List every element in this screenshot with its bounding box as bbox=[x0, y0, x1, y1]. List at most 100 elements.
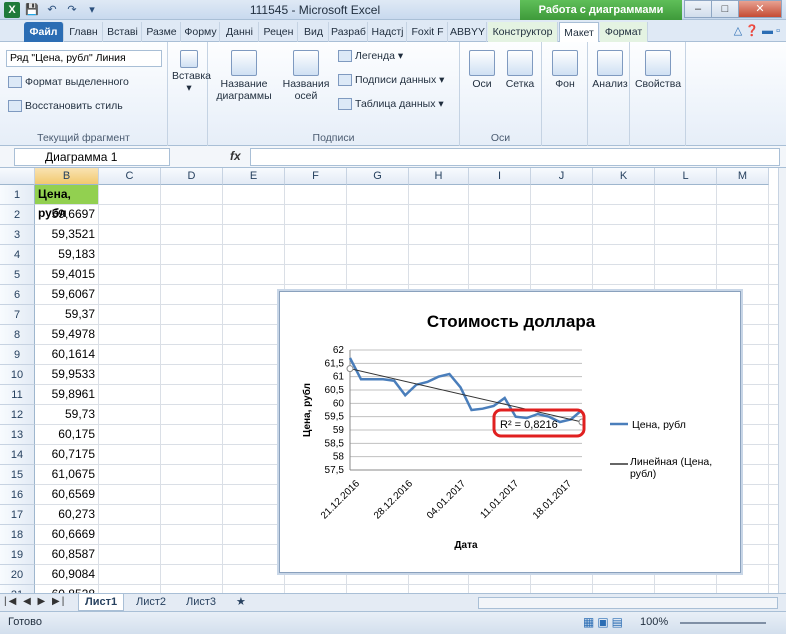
row-header[interactable]: 7 bbox=[0, 305, 35, 325]
column-header[interactable]: L bbox=[655, 168, 717, 185]
chart-elements-dropdown[interactable]: Ряд "Цена, рубл" Линия bbox=[6, 50, 162, 67]
row-header[interactable]: 8 bbox=[0, 325, 35, 345]
table-cell[interactable]: 59,8961 bbox=[35, 385, 99, 405]
tab-13[interactable]: Макет bbox=[559, 22, 599, 42]
sheet-tab[interactable]: Лист1 bbox=[78, 594, 125, 611]
formula-input[interactable] bbox=[250, 148, 780, 166]
tab-3[interactable]: Разме bbox=[143, 22, 181, 42]
table-cell[interactable]: 60,1614 bbox=[35, 345, 99, 365]
maximize-button[interactable]: □ bbox=[711, 0, 739, 18]
column-header[interactable]: B bbox=[35, 168, 99, 185]
tab-1[interactable]: Главн bbox=[65, 22, 103, 42]
table-cell[interactable]: 59,6697 bbox=[35, 205, 99, 225]
row-header[interactable]: 21 bbox=[0, 585, 35, 593]
row-header[interactable]: 13 bbox=[0, 425, 35, 445]
insert-button[interactable]: Вставка ▾ bbox=[172, 50, 211, 94]
tab-6[interactable]: Рецен bbox=[260, 22, 298, 42]
row-header[interactable]: 15 bbox=[0, 465, 35, 485]
column-header[interactable]: K bbox=[593, 168, 655, 185]
table-cell[interactable]: 59,6067 bbox=[35, 285, 99, 305]
column-header[interactable]: D bbox=[161, 168, 223, 185]
select-all-corner[interactable] bbox=[0, 168, 35, 185]
sheet-tab[interactable]: Лист2 bbox=[130, 594, 172, 611]
tab-7[interactable]: Вид bbox=[299, 22, 329, 42]
column-header[interactable]: I bbox=[469, 168, 531, 185]
data-table-button[interactable]: Таблица данных ▾ bbox=[338, 98, 444, 111]
row-header[interactable]: 6 bbox=[0, 285, 35, 305]
row-header[interactable]: 19 bbox=[0, 545, 35, 565]
chart-title-button[interactable]: Название диаграммы bbox=[214, 50, 274, 102]
help-icon[interactable]: △ ❓ ▬ ▫ bbox=[734, 24, 780, 37]
row-header[interactable]: 10 bbox=[0, 365, 35, 385]
row-header[interactable]: 4 bbox=[0, 245, 35, 265]
redo-icon[interactable]: ↷ bbox=[64, 2, 80, 18]
legend-button[interactable]: Легенда ▾ bbox=[338, 50, 403, 63]
undo-icon[interactable]: ↶ bbox=[44, 2, 60, 18]
table-cell[interactable]: 59,183 bbox=[35, 245, 99, 265]
row-header[interactable]: 18 bbox=[0, 525, 35, 545]
table-cell[interactable]: 59,4978 bbox=[35, 325, 99, 345]
column-header[interactable]: G bbox=[347, 168, 409, 185]
tab-4[interactable]: Форму bbox=[182, 22, 220, 42]
table-cell[interactable]: Цена, рубл bbox=[35, 185, 99, 220]
table-cell[interactable]: 59,9533 bbox=[35, 365, 99, 385]
tab-12[interactable]: Конструктор bbox=[488, 22, 558, 42]
sheet-nav-icon[interactable]: |◀ ◀ ▶ ▶| bbox=[4, 596, 66, 607]
minimize-button[interactable]: – bbox=[684, 0, 712, 18]
name-box[interactable]: Диаграмма 1 bbox=[14, 148, 170, 166]
row-header[interactable]: 1 bbox=[0, 185, 35, 205]
close-button[interactable]: ✕ bbox=[738, 0, 782, 18]
row-header[interactable]: 20 bbox=[0, 565, 35, 585]
properties-button[interactable]: Свойства bbox=[634, 50, 682, 90]
background-button[interactable]: Фон bbox=[550, 50, 580, 90]
table-cell[interactable]: 60,6669 bbox=[35, 525, 99, 545]
row-header[interactable]: 3 bbox=[0, 225, 35, 245]
column-header[interactable]: E bbox=[223, 168, 285, 185]
row-header[interactable]: 14 bbox=[0, 445, 35, 465]
zoom-slider[interactable] bbox=[680, 622, 766, 624]
horizontal-scrollbar[interactable] bbox=[478, 597, 778, 609]
table-cell[interactable]: 60,175 bbox=[35, 425, 99, 445]
table-cell[interactable]: 60,8528 bbox=[35, 585, 99, 593]
table-cell[interactable]: 60,7175 bbox=[35, 445, 99, 465]
row-header[interactable]: 9 bbox=[0, 345, 35, 365]
table-cell[interactable]: 59,4015 bbox=[35, 265, 99, 285]
customize-qat-icon[interactable]: ▾ bbox=[84, 2, 100, 18]
reset-style-button[interactable]: Восстановить стиль bbox=[8, 100, 123, 113]
table-cell[interactable]: 60,273 bbox=[35, 505, 99, 525]
insert-function-icon[interactable]: fx bbox=[230, 149, 241, 163]
row-header[interactable]: 16 bbox=[0, 485, 35, 505]
chart[interactable]: Стоимость доллара 62 61,5 61 60,5 60 59,5 59 58… bbox=[279, 291, 741, 573]
row-header[interactable]: 5 bbox=[0, 265, 35, 285]
excel-logo-icon[interactable]: X bbox=[4, 2, 20, 18]
table-cell[interactable]: 60,9084 bbox=[35, 565, 99, 585]
table-cell[interactable]: 59,3521 bbox=[35, 225, 99, 245]
table-cell[interactable]: 61,0675 bbox=[35, 465, 99, 485]
vertical-scrollbar[interactable] bbox=[778, 168, 786, 593]
column-header[interactable]: J bbox=[531, 168, 593, 185]
axes-button[interactable]: Оси bbox=[466, 50, 498, 90]
save-icon[interactable]: 💾 bbox=[24, 2, 40, 18]
table-cell[interactable]: 59,37 bbox=[35, 305, 99, 325]
tab-10[interactable]: Foxit F bbox=[408, 22, 448, 42]
table-cell[interactable]: 60,8587 bbox=[35, 545, 99, 565]
tab-5[interactable]: Данні bbox=[221, 22, 259, 42]
data-labels-button[interactable]: Подписи данных ▾ bbox=[338, 74, 444, 87]
table-cell[interactable]: 59,73 bbox=[35, 405, 99, 425]
tab-8[interactable]: Разраб bbox=[330, 22, 368, 42]
column-header[interactable]: H bbox=[409, 168, 469, 185]
view-buttons-icon[interactable]: ▦▣▤ bbox=[583, 615, 626, 629]
column-header[interactable]: C bbox=[99, 168, 161, 185]
row-header[interactable]: 2 bbox=[0, 205, 35, 225]
insert-sheet-icon[interactable]: ★ bbox=[230, 594, 252, 611]
tab-2[interactable]: Вставі bbox=[104, 22, 142, 42]
axis-titles-button[interactable]: Названия осей bbox=[280, 50, 332, 102]
column-header[interactable]: M bbox=[717, 168, 769, 185]
zoom-level[interactable]: 100% bbox=[640, 616, 668, 628]
format-selection-button[interactable]: Формат выделенного bbox=[8, 76, 129, 89]
tab-11[interactable]: ABBYY bbox=[449, 22, 487, 42]
column-header[interactable]: F bbox=[285, 168, 347, 185]
row-header[interactable]: 11 bbox=[0, 385, 35, 405]
tab-14[interactable]: Формат bbox=[600, 22, 648, 42]
tab-9[interactable]: Надстј bbox=[369, 22, 407, 42]
